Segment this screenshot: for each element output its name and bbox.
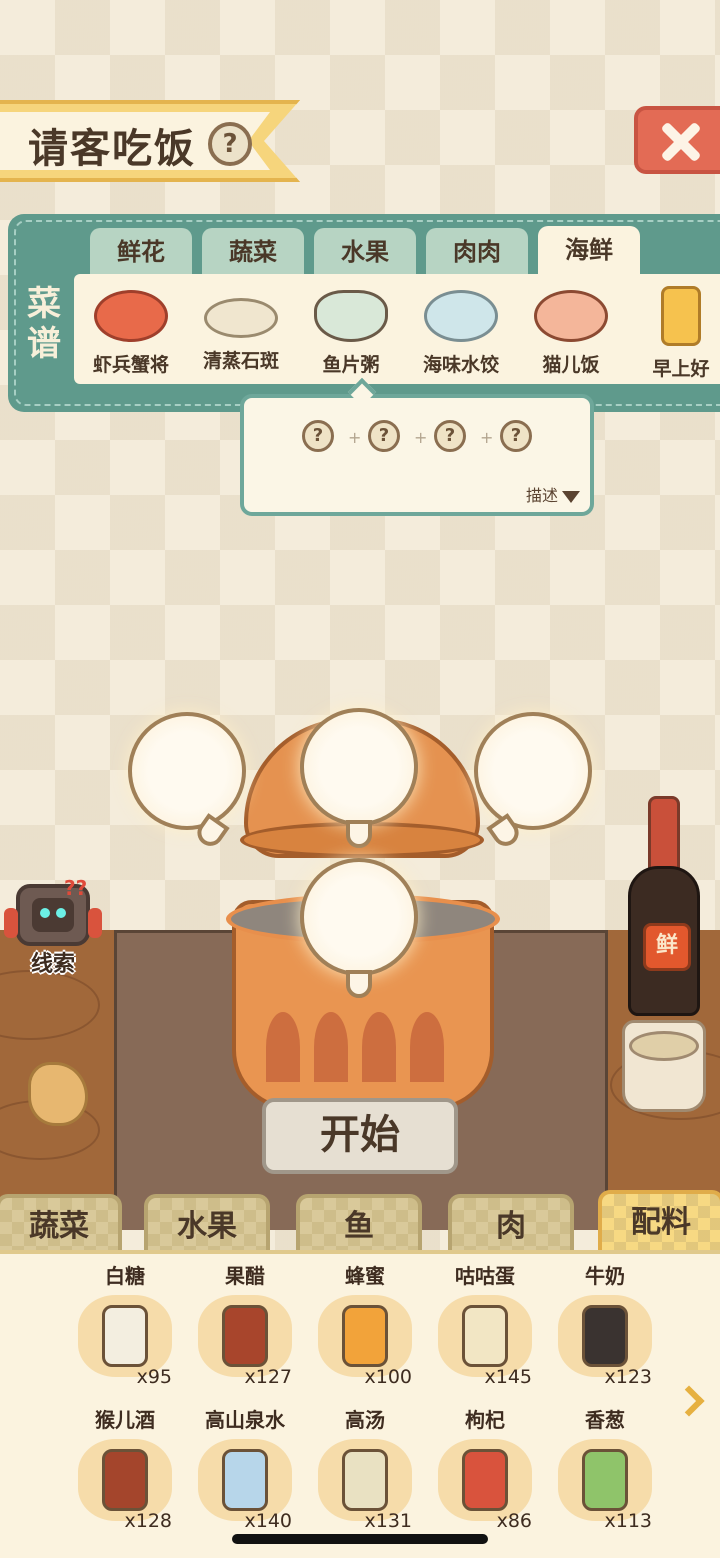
category-tab-meat[interactable]: 肉 (448, 1194, 574, 1256)
inventory-item[interactable]: 蜂蜜 x100 (310, 1260, 420, 1400)
dish-item[interactable]: 清蒸石斑 (186, 282, 296, 382)
page-title: 请客吃饭 (28, 126, 196, 172)
plus-sign: + (414, 428, 428, 447)
broth-pot-icon (342, 1449, 388, 1511)
tab-vegetables[interactable]: 蔬菜 (202, 228, 304, 276)
recipe-detail-popup: ? + ? + ? + ? 描述 (240, 377, 594, 516)
help-icon[interactable]: ? (208, 122, 252, 166)
ingredient-slot[interactable] (300, 708, 418, 848)
plus-sign: + (348, 428, 362, 447)
home-indicator (232, 1534, 488, 1544)
description-toggle[interactable]: 描述 (526, 482, 580, 506)
water-glass-icon (222, 1449, 268, 1511)
close-icon (658, 120, 702, 164)
tab-meat[interactable]: 肉肉 (426, 228, 528, 276)
inventory-item[interactable]: 咕咕蛋 x145 (430, 1260, 540, 1400)
question-marks: ?? (64, 876, 88, 900)
inventory-item[interactable]: 高山泉水 x140 (190, 1404, 300, 1544)
inventory-item[interactable]: 高汤 x131 (310, 1404, 420, 1544)
tab-fruits[interactable]: 水果 (314, 228, 416, 276)
tab-seafood[interactable]: 海鲜 (538, 226, 640, 278)
seasoning-jar (622, 1020, 706, 1112)
clue-button[interactable]: ?? 线索 (4, 876, 102, 977)
steamed-fish-dish-icon (204, 298, 278, 338)
dish-item[interactable]: 早上好 (626, 282, 720, 382)
scallion-icon (582, 1449, 628, 1511)
triangle-down-icon (562, 491, 580, 503)
dish-item[interactable]: 海味水饺 (406, 282, 516, 382)
goji-berry-icon (462, 1449, 508, 1511)
category-tab-seasonings[interactable]: 配料 (598, 1190, 720, 1256)
inventory-item[interactable]: 白糖 x95 (70, 1260, 180, 1400)
morning-drink-dish-icon (661, 286, 701, 346)
inventory-item[interactable]: 香葱 x113 (550, 1404, 660, 1544)
sugar-icon (102, 1305, 148, 1367)
dumplings-dish-icon (424, 290, 498, 342)
inventory-item[interactable]: 枸杞 x86 (430, 1404, 540, 1544)
recipe-label: 菜谱 (27, 284, 61, 364)
start-button[interactable]: 开始 (262, 1098, 458, 1174)
tab-flowers[interactable]: 鲜花 (90, 228, 192, 276)
unknown-ingredient-icon: ? (302, 420, 334, 452)
inventory-item[interactable]: 猴儿酒 x128 (70, 1404, 180, 1544)
unknown-ingredient-icon: ? (434, 420, 466, 452)
chevron-right-icon[interactable] (673, 1384, 706, 1428)
unknown-ingredient-icon: ? (368, 420, 400, 452)
ingredient-slot[interactable] (300, 858, 418, 998)
cat-rice-dish-icon (534, 290, 608, 342)
dish-item[interactable]: 虾兵蟹将 (76, 282, 186, 382)
dish-item[interactable]: 鱼片粥 (296, 282, 406, 382)
milk-icon (582, 1305, 628, 1367)
ingredient-slot[interactable] (474, 712, 592, 851)
unknown-ingredient-icon: ? (500, 420, 532, 452)
inventory-item[interactable]: 牛奶 x123 (550, 1260, 660, 1400)
shrimp-crab-dish-icon (94, 290, 168, 342)
soy-sauce-bottle: 鲜 (628, 796, 700, 1016)
fish-porridge-dish-icon (314, 290, 388, 342)
inventory-item[interactable]: 果醋 x127 (190, 1260, 300, 1400)
egg-icon (462, 1305, 508, 1367)
ingredient-slot[interactable] (128, 712, 246, 851)
close-button[interactable] (634, 106, 720, 174)
honey-icon (342, 1305, 388, 1367)
title-banner: 请客吃饭 ? (0, 100, 300, 182)
category-tab-fruits[interactable]: 水果 (144, 1194, 270, 1256)
plus-sign: + (480, 428, 494, 447)
clue-label: 线索 (30, 952, 75, 977)
category-tab-fish[interactable]: 鱼 (296, 1194, 422, 1256)
dish-item[interactable]: 猫儿饭 (516, 282, 626, 382)
category-tab-vegetables[interactable]: 蔬菜 (0, 1194, 122, 1256)
wine-jar-icon (102, 1449, 148, 1511)
vinegar-icon (222, 1305, 268, 1367)
